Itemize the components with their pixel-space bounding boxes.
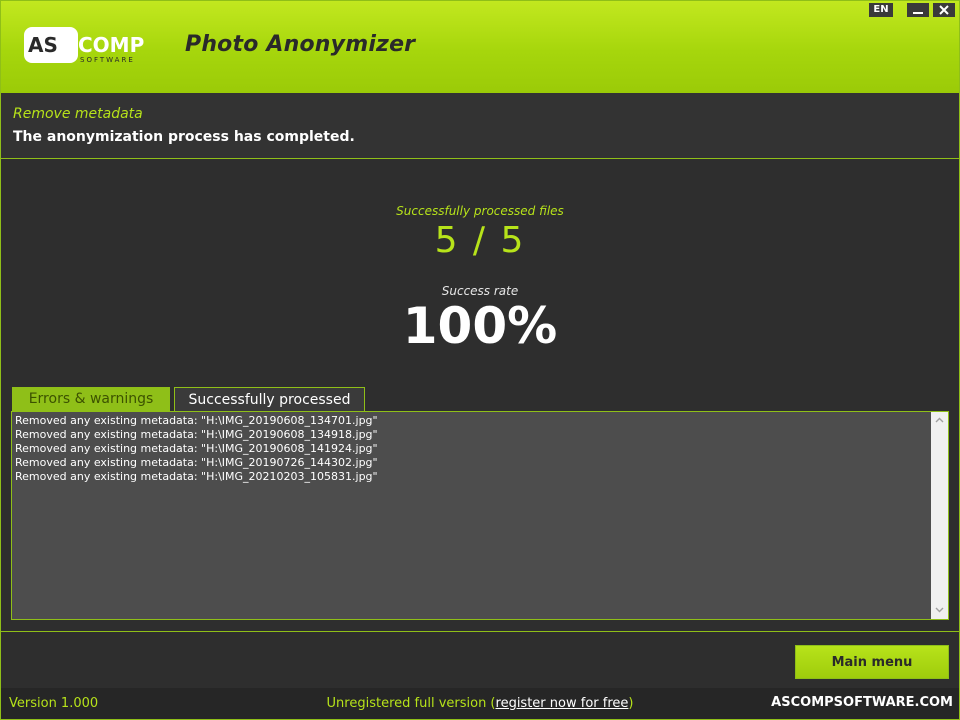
status-prefix: Unregistered full version ( [326,696,496,711]
log-line: Removed any existing metadata: "H:\IMG_2… [15,442,378,455]
step-label: Remove metadata [13,106,143,122]
ascomp-logo: AS COMP SOFTWARE [24,27,144,64]
title-bar: AS COMP SOFTWARE Photo Anonymizer EN [1,1,959,93]
window-controls: EN [869,3,955,17]
footer-area: Main menu [1,631,959,688]
logo-text-as: AS [28,33,58,57]
log-line: Removed any existing metadata: "H:\IMG_2… [15,428,378,441]
processed-files-label: Successfully processed files [396,204,564,218]
logo-subtext: SOFTWARE [80,56,135,64]
app-window: AS COMP SOFTWARE Photo Anonymizer EN Rem… [0,0,960,720]
chevron-up-icon [935,417,944,423]
tab-successfully-processed[interactable]: Successfully processed (5) [174,387,365,432]
register-link[interactable]: register now for free [496,696,629,711]
log-list: Removed any existing metadata: "H:\IMG_2… [15,414,925,484]
close-button[interactable] [933,3,955,17]
success-rate-label: Success rate [441,284,519,298]
log-panel: Removed any existing metadata: "H:\IMG_2… [11,411,949,620]
status-bar: Version 1.000 Unregistered full version … [1,688,959,719]
success-rate-value: 100% [402,297,558,355]
app-title: Photo Anonymizer [185,32,416,57]
tab-errors-warnings[interactable]: Errors & warnings (0) [12,387,170,431]
log-line: Removed any existing metadata: "H:\IMG_2… [15,414,378,427]
minimize-icon [913,12,923,14]
language-button[interactable]: EN [869,3,893,17]
scroll-down-button[interactable] [931,602,948,619]
chevron-down-icon [935,607,944,613]
step-header: Remove metadata The anonymization proces… [1,93,959,159]
completion-message: The anonymization process has completed. [13,129,355,145]
website-link[interactable]: ASCOMPSOFTWARE.COM [771,695,953,710]
status-suffix: ) [628,696,634,711]
log-scrollbar[interactable] [931,412,948,619]
log-line: Removed any existing metadata: "H:\IMG_2… [15,456,378,469]
log-line: Removed any existing metadata: "H:\IMG_2… [15,470,378,483]
logo-text-comp: COMP [78,33,144,57]
results-tabs: Errors & warnings (0) Successfully proce… [12,387,365,432]
minimize-button[interactable] [907,3,929,17]
close-icon [939,5,949,15]
scroll-up-button[interactable] [931,412,948,429]
processed-files-value: 5 / 5 [434,220,526,261]
main-menu-button[interactable]: Main menu [795,645,949,679]
